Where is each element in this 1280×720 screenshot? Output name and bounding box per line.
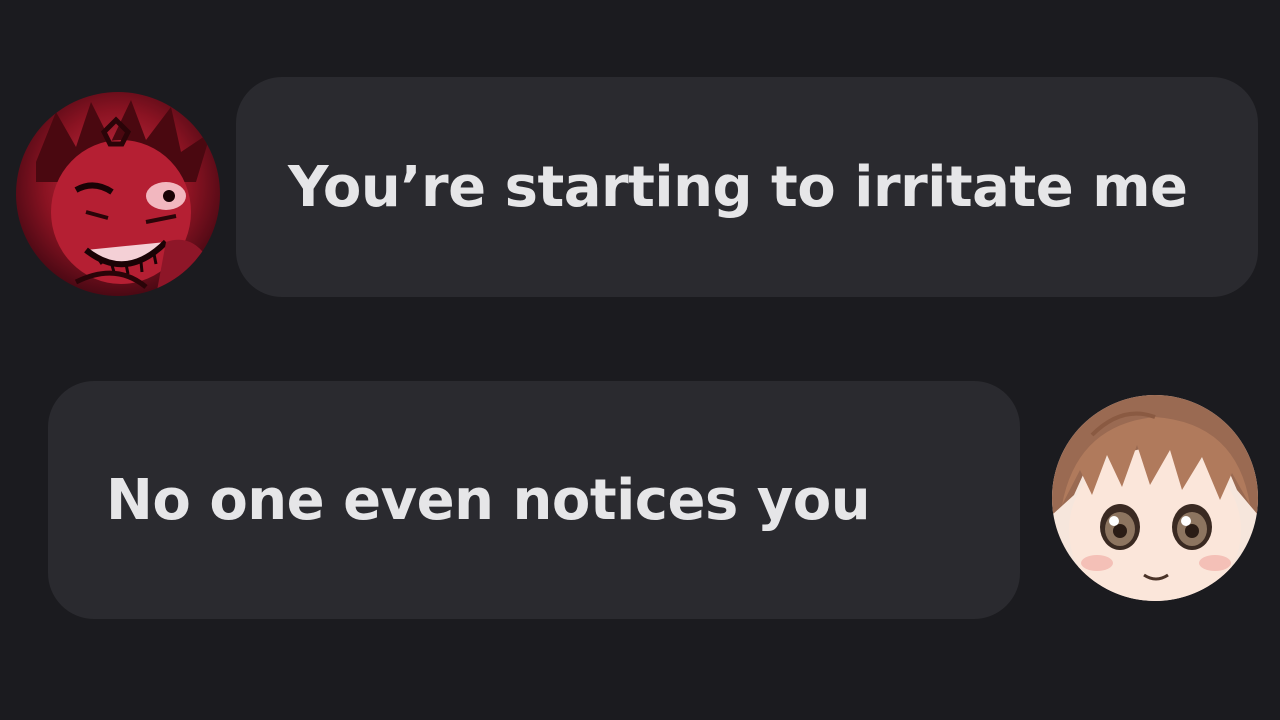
message-bubble-outgoing[interactable]: No one even notices you <box>48 381 1020 619</box>
message-bubble-incoming[interactable]: You’re starting to irritate me <box>236 77 1258 297</box>
message-text: No one even notices you <box>106 467 871 533</box>
message-text: You’re starting to irritate me <box>288 154 1188 220</box>
brown-hair-boy-avatar-icon[interactable] <box>1052 395 1258 601</box>
chat-window: You’re starting to irritate me No one ev… <box>0 0 1280 720</box>
red-demon-avatar-icon[interactable] <box>16 92 220 296</box>
